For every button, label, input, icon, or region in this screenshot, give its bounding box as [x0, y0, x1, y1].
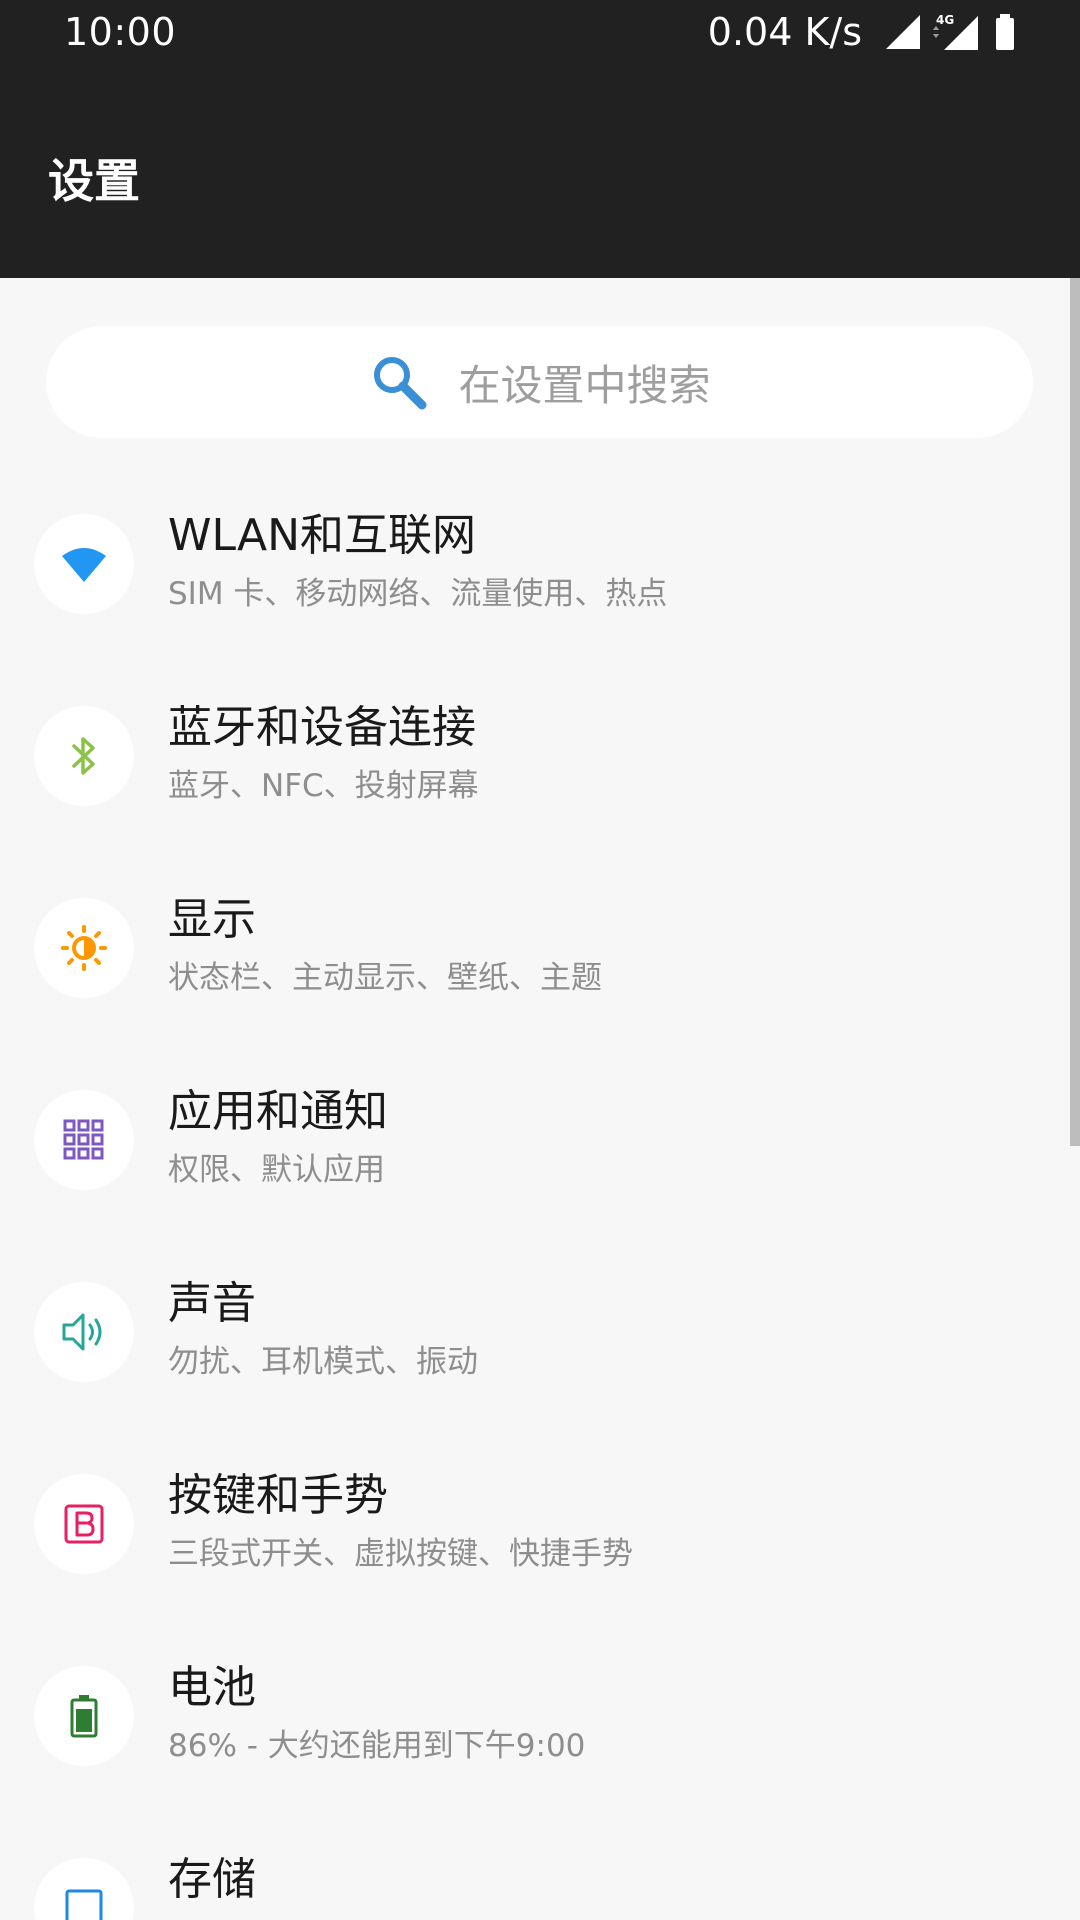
search-bar[interactable]: 在设置中搜索	[46, 326, 1033, 438]
battery-icon-badge	[34, 1666, 134, 1766]
settings-item-sound[interactable]: 声音 勿扰、耳机模式、振动	[0, 1236, 1070, 1428]
network-type-label: 4G	[936, 13, 954, 27]
network-speed: 0.04 K/s	[707, 10, 862, 54]
storage-icon	[65, 1889, 103, 1920]
item-subtitle: 三段式开关、虚拟按键、快捷手势	[168, 1536, 633, 1572]
item-subtitle: SIM 卡、移动网络、流量使用、热点	[168, 576, 668, 612]
sound-icon-badge	[34, 1282, 134, 1382]
item-title: 应用和通知	[168, 1086, 388, 1137]
settings-item-wlan[interactable]: WLAN和互联网 SIM 卡、移动网络、流量使用、热点	[0, 468, 1070, 660]
item-title: 电池	[168, 1662, 256, 1713]
item-title: 声音	[168, 1278, 256, 1329]
app-bar: 设置	[0, 66, 1080, 278]
item-title: 存储	[168, 1854, 256, 1905]
settings-item-buttons[interactable]: 按键和手势 三段式开关、虚拟按键、快捷手势	[0, 1428, 1070, 1620]
status-icons: 0.04 K/s 4G	[708, 10, 1020, 54]
settings-item-battery[interactable]: 电池 86% - 大约还能用到下午9:00	[0, 1620, 1070, 1812]
search-placeholder: 在设置中搜索	[458, 360, 711, 410]
status-time: 10:00	[64, 10, 177, 54]
item-title: 显示	[168, 894, 256, 945]
bluetooth-icon	[72, 737, 95, 775]
item-subtitle: 蓝牙、NFC、投射屏幕	[168, 768, 479, 804]
settings-item-apps[interactable]: 应用和通知 权限、默认应用	[0, 1044, 1070, 1236]
settings-content[interactable]: 在设置中搜索 WLAN和互联网 SIM 卡、移动网络、流量使用、热点 蓝牙和设备…	[0, 278, 1080, 1920]
settings-item-display[interactable]: 显示 状态栏、主动显示、壁纸、主题	[0, 852, 1070, 1044]
storage-icon-badge	[34, 1858, 134, 1920]
item-subtitle: 权限、默认应用	[168, 1152, 385, 1188]
apps-grid-icon	[63, 1119, 104, 1160]
wlan-icon-badge	[34, 514, 134, 614]
status-bar: 10:00 0.04 K/s 4G	[0, 0, 1080, 66]
wifi-icon	[62, 548, 106, 582]
battery-icon	[996, 14, 1014, 50]
battery-icon	[70, 1695, 98, 1738]
item-subtitle: 状态栏、主动显示、壁纸、主题	[168, 960, 602, 996]
scrollbar[interactable]	[1070, 278, 1080, 1146]
settings-item-storage[interactable]: 存储	[0, 1812, 1070, 1920]
item-subtitle: 86% - 大约还能用到下午9:00	[168, 1728, 586, 1764]
buttons-icon	[64, 1504, 104, 1544]
speaker-icon	[62, 1313, 102, 1351]
item-subtitle: 勿扰、耳机模式、振动	[168, 1344, 478, 1380]
display-icon-badge	[34, 898, 134, 998]
settings-item-bluetooth[interactable]: 蓝牙和设备连接 蓝牙、NFC、投射屏幕	[0, 660, 1070, 852]
item-title: 按键和手势	[168, 1470, 388, 1521]
item-title: WLAN和互联网	[168, 510, 477, 561]
signal-icon	[886, 15, 920, 49]
signal-4g-icon: 4G	[933, 13, 978, 50]
search-icon	[374, 357, 427, 410]
buttons-icon-badge	[34, 1474, 134, 1574]
page-title: 设置	[48, 154, 140, 208]
bluetooth-icon-badge	[34, 706, 134, 806]
brightness-icon	[61, 925, 107, 971]
apps-icon-badge	[34, 1090, 134, 1190]
item-title: 蓝牙和设备连接	[168, 702, 476, 753]
